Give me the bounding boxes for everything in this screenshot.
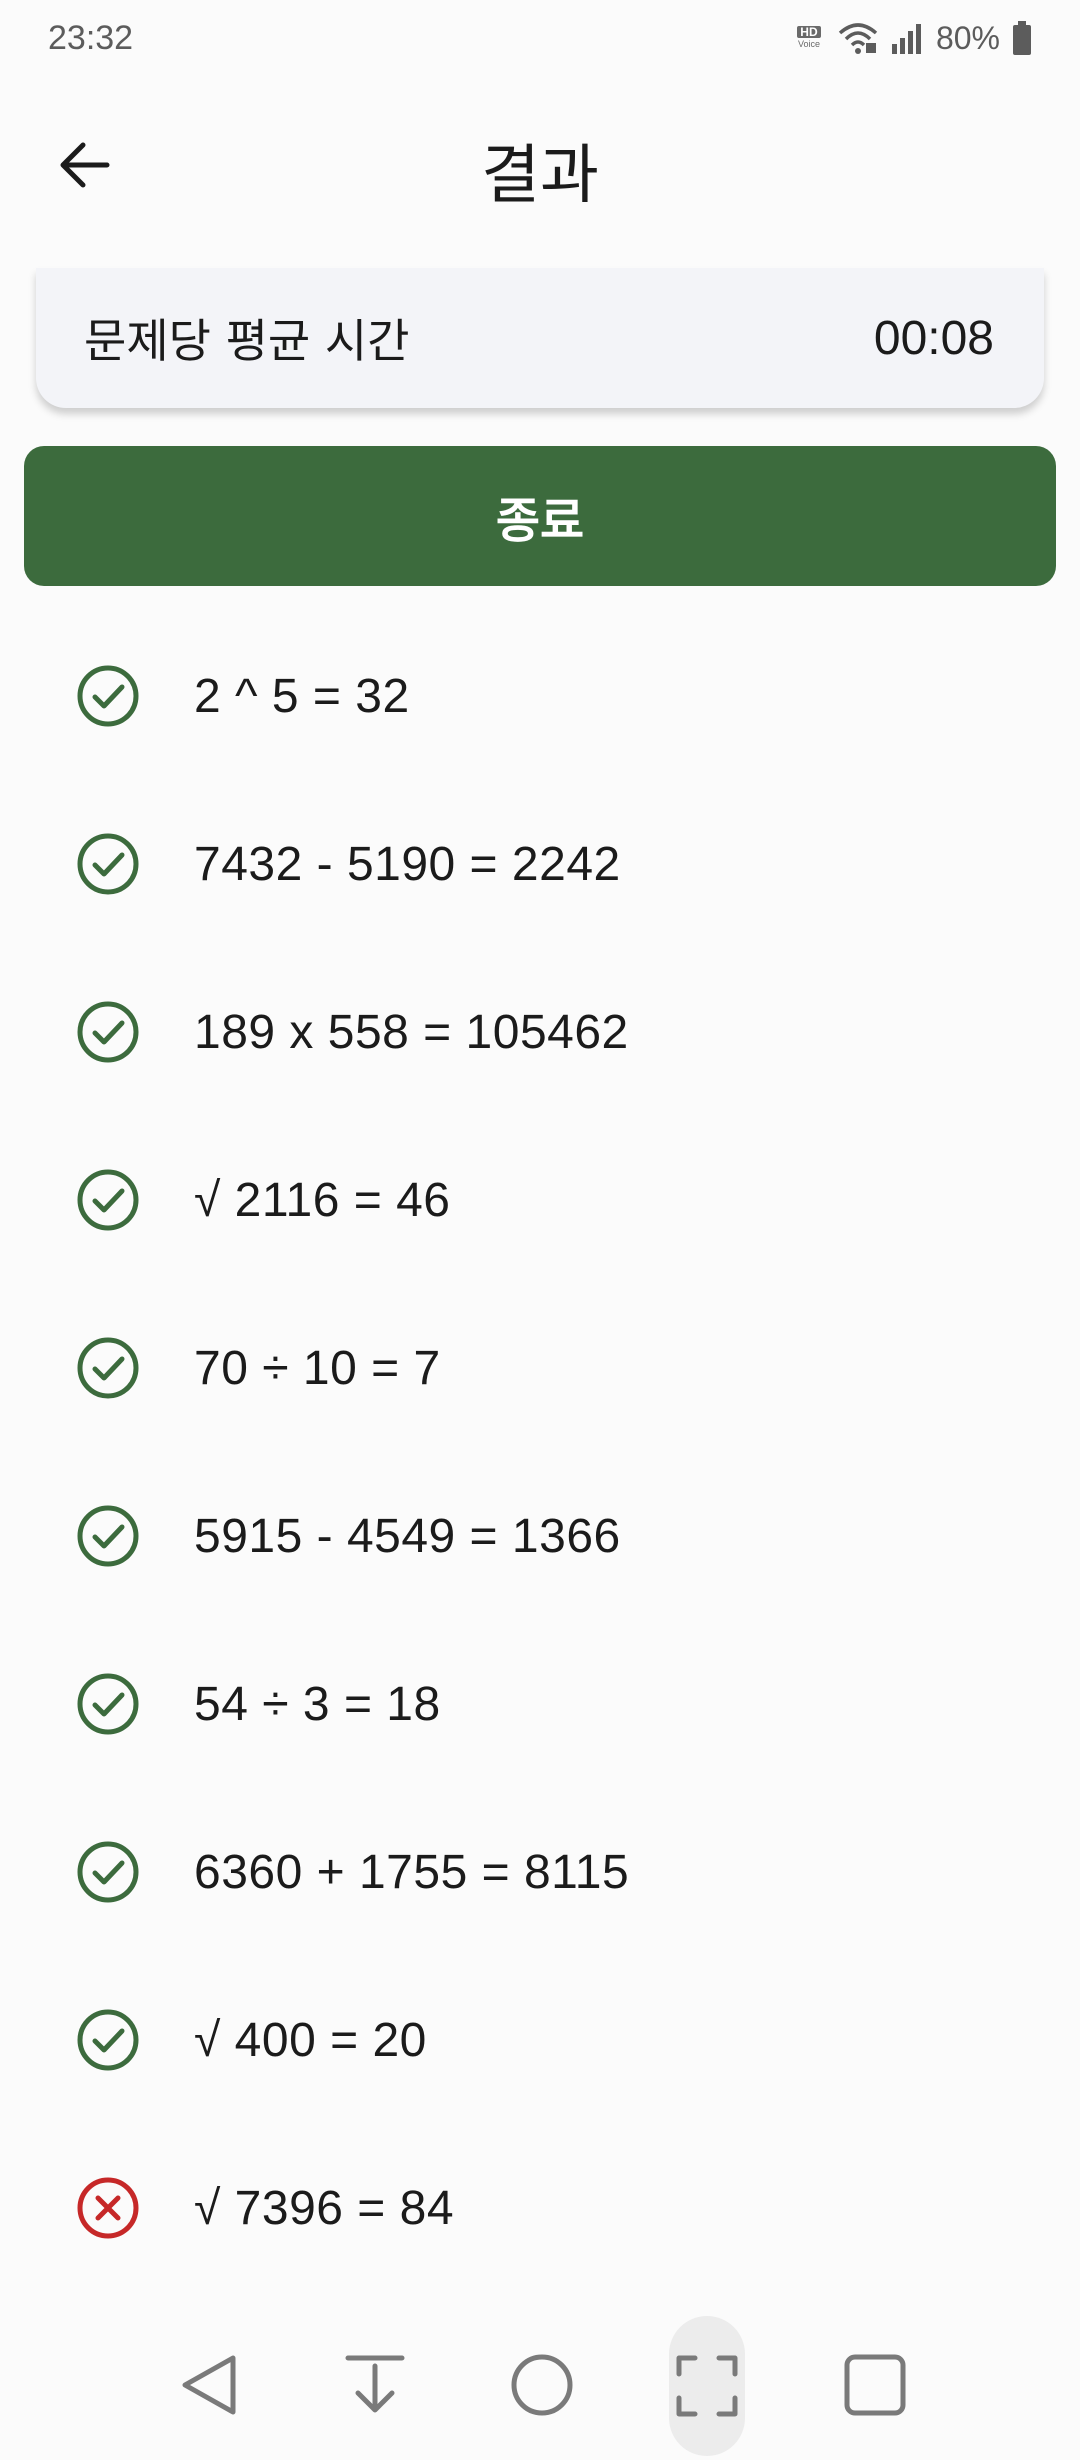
result-row: 189 x 558 = 105462	[0, 948, 1080, 1116]
nav-recents-button[interactable]	[820, 2330, 930, 2440]
x-circle-icon	[77, 2177, 139, 2239]
app-bar: 결과	[0, 76, 1080, 252]
result-list: 2 ^ 5 = 32 7432 - 5190 = 2242 189 x 558 = …	[0, 612, 1080, 2292]
result-row: √ 7396 = 84	[0, 2124, 1080, 2292]
result-equation: √ 7396 = 84	[194, 2181, 455, 2235]
nav-back-button[interactable]	[155, 2330, 265, 2440]
page-title: 결과	[481, 139, 599, 213]
check-circle-icon	[77, 1841, 139, 1903]
status-bar: 23:32 HD Voice 80%	[0, 0, 1080, 76]
result-row: 70 ÷ 10 = 7	[0, 1284, 1080, 1452]
check-circle-icon	[77, 2009, 139, 2071]
check-circle-icon	[77, 1505, 139, 1567]
result-equation: √ 400 = 20	[194, 2013, 427, 2067]
triangle-back-icon	[182, 2355, 236, 2415]
screenshot-frame-icon	[676, 2355, 738, 2417]
result-equation: 2 ^ 5 = 32	[194, 669, 410, 723]
result-row: 5915 - 4549 = 1366	[0, 1452, 1080, 1620]
circle-home-icon	[511, 2354, 573, 2416]
check-circle-icon	[77, 665, 139, 727]
result-row: 6360 + 1755 = 8115	[0, 1788, 1080, 1956]
nav-capture-button[interactable]	[669, 2316, 745, 2456]
check-circle-icon	[77, 1001, 139, 1063]
check-circle-icon	[77, 1337, 139, 1399]
result-equation: 189 x 558 = 105462	[194, 1005, 629, 1059]
result-equation: √ 2116 = 46	[194, 1173, 451, 1227]
result-row: 7432 - 5190 = 2242	[0, 780, 1080, 948]
square-recents-icon	[844, 2354, 906, 2416]
status-time: 23:32	[48, 18, 134, 57]
download-arrow-icon	[345, 2355, 405, 2413]
nav-download-button[interactable]	[320, 2330, 430, 2440]
battery-icon	[1012, 21, 1032, 55]
average-time-card: 문제당 평균 시간 00:08	[36, 268, 1044, 408]
result-equation: 70 ÷ 10 = 7	[194, 1341, 441, 1395]
check-circle-icon	[77, 1673, 139, 1735]
navigation-bar	[0, 2310, 1080, 2460]
exit-button[interactable]: 종료	[24, 446, 1056, 586]
result-equation: 7432 - 5190 = 2242	[194, 837, 621, 891]
nav-home-button[interactable]	[487, 2330, 597, 2440]
signal-icon	[890, 22, 924, 54]
result-row: 2 ^ 5 = 32	[0, 612, 1080, 780]
result-row: 54 ÷ 3 = 18	[0, 1620, 1080, 1788]
result-equation: 54 ÷ 3 = 18	[194, 1677, 441, 1731]
average-time-value: 00:08	[873, 311, 994, 365]
result-equation: 5915 - 4549 = 1366	[194, 1509, 621, 1563]
hd-voice-icon: HD Voice	[797, 25, 821, 49]
check-circle-icon	[77, 833, 139, 895]
average-time-label: 문제당 평균 시간	[84, 314, 410, 368]
battery-level: 80%	[935, 19, 1000, 56]
status-icons: HD Voice 80%	[792, 20, 1032, 57]
result-row: √ 400 = 20	[0, 1956, 1080, 2124]
result-row: √ 2116 = 46	[0, 1116, 1080, 1284]
result-equation: 6360 + 1755 = 8115	[194, 1845, 630, 1899]
check-circle-icon	[77, 1169, 139, 1231]
wifi-icon	[838, 21, 878, 55]
